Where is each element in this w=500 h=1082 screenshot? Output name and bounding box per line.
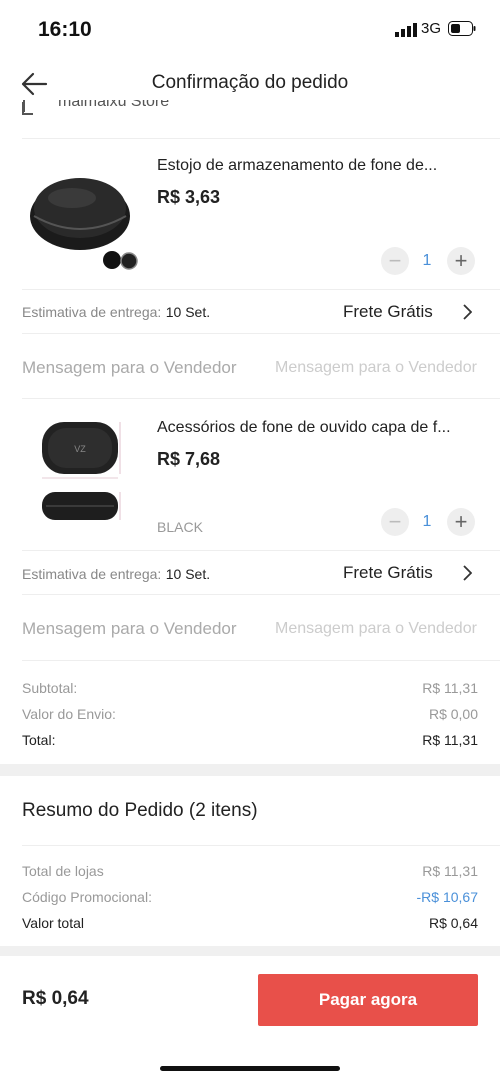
quantity-value: 1 bbox=[422, 513, 432, 530]
status-time: 16:10 bbox=[38, 18, 92, 41]
store-icon-fragment bbox=[22, 102, 34, 116]
chevron-right-icon[interactable] bbox=[462, 304, 472, 320]
store-total-label: Total: bbox=[22, 732, 56, 748]
quantity-decrease-button[interactable]: − bbox=[381, 247, 409, 275]
delivery-date: 10 Set. bbox=[165, 304, 211, 320]
divider bbox=[22, 845, 500, 846]
subtotal-value: R$ 11,31 bbox=[422, 680, 478, 696]
divider bbox=[22, 333, 500, 334]
shipping-option[interactable]: Frete Grátis bbox=[343, 563, 433, 583]
product-name[interactable]: Estojo de armazenamento de fone de... bbox=[157, 157, 437, 175]
delivery-estimate: Estimativa de entrega: 10 Set. bbox=[22, 304, 210, 322]
section-separator bbox=[0, 946, 500, 956]
product-price: R$ 3,63 bbox=[157, 187, 221, 207]
promo-code-value: -R$ 10,67 bbox=[416, 889, 478, 905]
divider bbox=[22, 289, 500, 290]
signal-icon bbox=[395, 23, 417, 37]
divider bbox=[22, 398, 500, 399]
seller-message-label: Mensagem para o Vendedor bbox=[22, 358, 237, 377]
quantity-increase-button[interactable]: + bbox=[447, 247, 475, 275]
stores-total-value: R$ 11,31 bbox=[422, 863, 478, 879]
product-variant: BLACK bbox=[157, 519, 203, 535]
svg-text:VZ: VZ bbox=[74, 444, 86, 454]
divider bbox=[22, 594, 500, 595]
shipping-cost-label: Valor do Envio: bbox=[22, 706, 116, 722]
home-indicator[interactable] bbox=[160, 1066, 340, 1071]
product-image-case-black[interactable]: VZ bbox=[22, 412, 142, 532]
store-total-value: R$ 11,31 bbox=[422, 732, 478, 748]
delivery-estimate: Estimativa de entrega: 10 Set. bbox=[22, 566, 210, 584]
divider bbox=[22, 138, 500, 139]
product-price: R$ 7,68 bbox=[157, 449, 221, 469]
delivery-label: Estimativa de entrega: bbox=[22, 304, 162, 320]
grand-total-label: Valor total bbox=[22, 915, 84, 931]
divider bbox=[22, 550, 500, 551]
seller-message-input[interactable]: Mensagem para o Vendedor bbox=[275, 620, 500, 638]
product-name[interactable]: Acessórios de fone de ouvido capa de f..… bbox=[157, 419, 451, 437]
chevron-right-icon[interactable] bbox=[462, 565, 472, 581]
store-name-label: maimaixu Store bbox=[58, 100, 170, 110]
network-type: 3G bbox=[421, 20, 442, 37]
order-summary-title: Resumo do Pedido (2 itens) bbox=[22, 800, 258, 821]
section-separator bbox=[0, 764, 500, 776]
header-mask bbox=[0, 112, 500, 140]
battery-icon bbox=[448, 21, 476, 36]
quantity-value: 1 bbox=[422, 252, 432, 269]
stores-total-label: Total de lojas bbox=[22, 863, 104, 879]
grand-total-value: R$ 0,64 bbox=[428, 915, 478, 931]
subtotal-label: Subtotal: bbox=[22, 680, 78, 696]
divider bbox=[22, 660, 500, 661]
footer-total-price: R$ 0,64 bbox=[22, 988, 89, 1009]
seller-message-input[interactable]: Mensagem para o Vendedor bbox=[275, 359, 500, 377]
delivery-label: Estimativa de entrega: bbox=[22, 566, 162, 582]
quantity-decrease-button[interactable]: − bbox=[381, 508, 409, 536]
delivery-date: 10 Set. bbox=[165, 566, 211, 582]
shipping-option[interactable]: Frete Grátis bbox=[343, 302, 433, 322]
seller-message-label: Mensagem para o Vendedor bbox=[22, 619, 237, 638]
page-title: Confirmação do pedido bbox=[151, 72, 349, 93]
product-image-case-round[interactable] bbox=[22, 150, 142, 270]
pay-now-button[interactable]: Pagar agora bbox=[258, 974, 478, 1026]
quantity-increase-button[interactable]: + bbox=[447, 508, 475, 536]
shipping-cost-value: R$ 0,00 bbox=[428, 706, 478, 722]
promo-code-label: Código Promocional: bbox=[22, 889, 152, 905]
